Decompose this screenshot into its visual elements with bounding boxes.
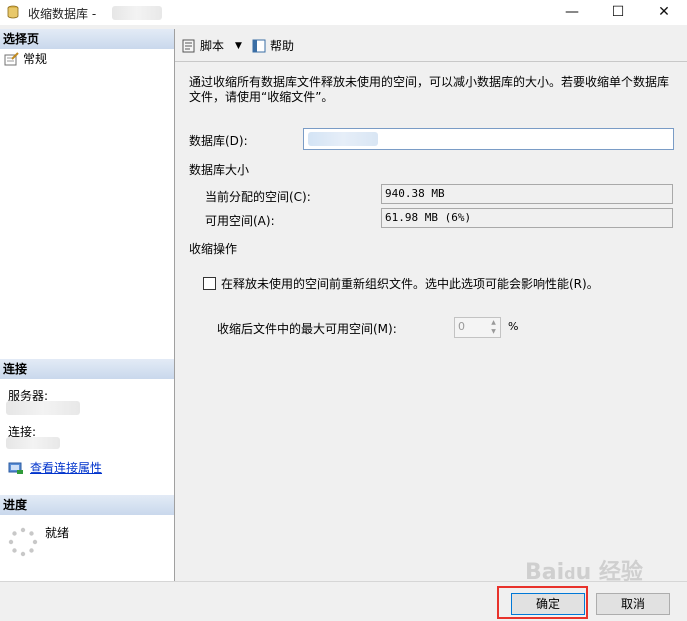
redacted-database: [308, 132, 378, 146]
sidebar: 选择页 常规 连接 服务器: 连接: 查看连接属性 进度 就绪: [0, 29, 175, 581]
available-space-label: 可用空间(A):: [205, 214, 275, 228]
window-title: 收缩数据库 -: [28, 7, 97, 21]
connection-header: 连接: [0, 359, 174, 379]
help-button[interactable]: 帮助: [251, 37, 294, 54]
shrink-action-header: 收缩操作: [189, 242, 238, 256]
main-panel: 通过收缩所有数据库文件释放未使用的空间，可以减小数据库的大小。若要收缩单个数据库…: [175, 62, 687, 585]
database-label: 数据库(D):: [189, 134, 248, 148]
page-item-general[interactable]: 常规: [4, 50, 47, 67]
connection-properties-icon: [8, 462, 23, 474]
minimize-button[interactable]: —: [549, 0, 595, 25]
reorganize-checkbox-label[interactable]: 在释放未使用的空间前重新组织文件。选中此选项可能会影响性能(R)。: [221, 275, 599, 292]
select-page-header: 选择页: [0, 29, 174, 49]
spinner-icon: [8, 527, 38, 557]
script-button[interactable]: 脚本 ▼: [181, 37, 242, 54]
redacted-connection: [6, 437, 60, 449]
max-free-space-label: 收缩后文件中的最大可用空间(M):: [217, 322, 397, 336]
maximize-button[interactable]: ☐: [595, 0, 641, 25]
max-free-space-stepper[interactable]: 0 ▲ ▼: [454, 317, 501, 338]
allocated-space-label: 当前分配的空间(C):: [205, 190, 311, 204]
script-icon: [182, 39, 195, 52]
progress-status: 就绪: [45, 526, 70, 540]
cancel-button[interactable]: 取消: [596, 593, 670, 615]
button-bar: 确定 取消: [0, 581, 687, 621]
redacted-server: [6, 401, 80, 415]
stepper-down-icon[interactable]: ▼: [487, 327, 500, 337]
view-connection-properties-link[interactable]: 查看连接属性: [8, 459, 102, 476]
stepper-up-icon[interactable]: ▲: [487, 318, 500, 327]
max-free-space-unit: %: [508, 320, 519, 333]
database-field[interactable]: [303, 128, 674, 150]
max-free-space-value: 0: [458, 320, 465, 333]
allocated-space-field: 940.38 MB: [381, 184, 673, 204]
database-icon: [7, 5, 19, 19]
view-connection-link-text: 查看连接属性: [30, 461, 103, 475]
close-button[interactable]: ✕: [641, 0, 687, 25]
title-bar: 收缩数据库 - — ☐ ✕: [0, 0, 687, 25]
available-space-field: 61.98 MB (6%): [381, 208, 673, 228]
help-label: 帮助: [270, 39, 295, 53]
help-book-icon: [252, 39, 266, 52]
script-label: 脚本: [200, 39, 225, 53]
reorganize-checkbox[interactable]: [203, 277, 216, 290]
progress-header: 进度: [0, 495, 174, 515]
database-size-header: 数据库大小: [189, 163, 250, 177]
script-dropdown-icon[interactable]: ▼: [235, 41, 242, 51]
toolbar: 脚本 ▼ 帮助: [175, 31, 687, 59]
description-text: 通过收缩所有数据库文件释放未使用的空间，可以减小数据库的大小。若要收缩单个数据库…: [189, 75, 670, 104]
ok-button[interactable]: 确定: [511, 593, 585, 615]
page-wrench-icon: [4, 51, 19, 65]
redacted-db-name: [112, 6, 162, 20]
page-item-label: 常规: [23, 52, 48, 66]
